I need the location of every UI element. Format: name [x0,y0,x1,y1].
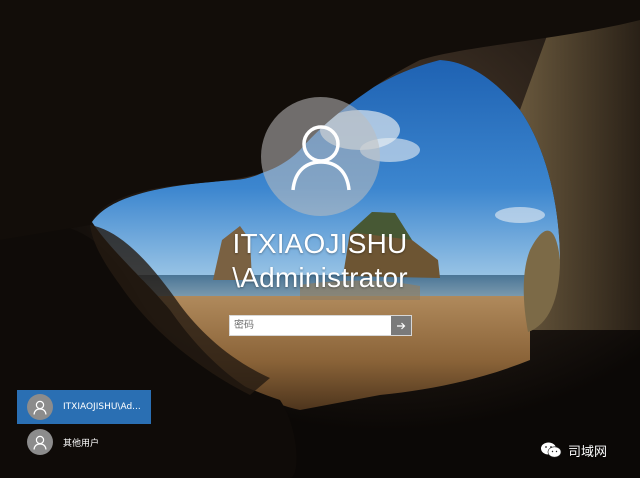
user-silhouette-icon [33,400,47,415]
user-tile-other-user[interactable]: 其他用户 [17,425,151,459]
current-user-name: ITXIAOJISHU [232,228,408,259]
user-tile-avatar [27,429,53,455]
user-silhouette-icon [290,124,351,190]
watermark-text: 司域网 [568,444,608,460]
password-input[interactable] [230,316,391,335]
user-silhouette-icon [33,435,47,450]
arrow-right-icon [397,322,406,329]
watermark: 司域网 [540,440,607,460]
submit-password-button[interactable] [391,316,411,335]
user-tile-label: ITXIAOJISHU\Ad... [63,402,141,412]
user-tile-avatar [27,394,53,420]
wechat-icon [541,442,562,458]
current-user-avatar [261,97,380,216]
current-user-account: \Administrator [232,262,408,293]
user-tile-label: 其他用户 [63,438,100,449]
user-tile-administrator[interactable]: ITXIAOJISHU\Ad... [17,390,151,424]
password-field-group [229,315,412,336]
